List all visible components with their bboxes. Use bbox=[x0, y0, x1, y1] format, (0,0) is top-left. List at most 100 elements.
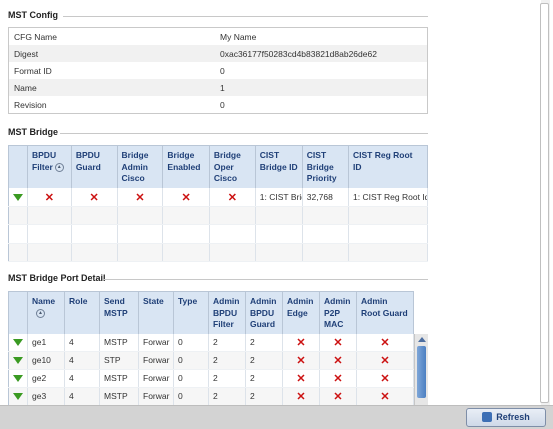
admin-root-guard-cell: ✕ bbox=[356, 369, 414, 388]
col-type[interactable]: Type bbox=[173, 291, 209, 334]
expand-cell[interactable] bbox=[8, 333, 28, 352]
mst-bridge-table: BPDU Filter ▲ BPDU Guard Bridge Admin Cis… bbox=[8, 145, 428, 263]
mst-config-table: CFG Name My Name Digest 0xac36177f50283c… bbox=[8, 27, 428, 114]
expand-cell[interactable] bbox=[8, 369, 28, 388]
type-cell: 0 bbox=[173, 351, 209, 370]
refresh-label: Refresh bbox=[496, 412, 530, 422]
green-arrow-icon[interactable] bbox=[13, 357, 23, 365]
cist-bridge-priority-cell: 32,768 bbox=[302, 188, 350, 207]
scroll-up-arrow-icon[interactable] bbox=[417, 337, 426, 342]
cfg-value: 1 bbox=[215, 79, 428, 96]
green-arrow-icon[interactable] bbox=[13, 375, 23, 383]
col-name[interactable]: Name ▲ bbox=[27, 291, 65, 334]
state-cell: Forwar bbox=[138, 387, 174, 406]
type-cell: 0 bbox=[173, 387, 209, 406]
expand-cell[interactable] bbox=[8, 387, 28, 406]
state-cell: Forwar bbox=[138, 333, 174, 352]
table-row[interactable]: ge10 4 STP Forwar 0 2 2 ✕ ✕ ✕ bbox=[8, 351, 414, 370]
green-arrow-icon[interactable] bbox=[13, 194, 23, 202]
col-cist-bridge-priority[interactable]: CIST Bridge Priority bbox=[302, 145, 350, 189]
green-arrow-icon[interactable] bbox=[13, 339, 23, 347]
expand-cell[interactable] bbox=[8, 188, 28, 207]
admin-bpdu-filter-cell: 2 bbox=[208, 369, 246, 388]
state-cell: Forwar bbox=[138, 369, 174, 388]
red-x-icon: ✕ bbox=[333, 390, 343, 403]
sort-asc-icon[interactable]: ▲ bbox=[54, 162, 64, 172]
name-cell: ge2 bbox=[27, 369, 65, 388]
cfg-label: Digest bbox=[8, 45, 215, 62]
table-row[interactable]: ge3 4 MSTP Forwar 0 2 2 ✕ ✕ ✕ bbox=[8, 387, 414, 406]
cfg-value: 0 bbox=[220, 99, 225, 110]
col-state[interactable]: State bbox=[138, 291, 174, 334]
col-bridge-oper-cisco[interactable]: Bridge Oper Cisco bbox=[209, 145, 256, 189]
col-bridge-enabled[interactable]: Bridge Enabled bbox=[162, 145, 210, 189]
cfg-row: CFG Name My Name bbox=[9, 28, 428, 46]
cfg-row: Format ID 0 bbox=[9, 62, 428, 79]
table-row[interactable]: ✕ ✕ ✕ ✕ ✕ 1: CIST Brid 32,768 1: CIST Re… bbox=[8, 188, 428, 207]
green-arrow-icon[interactable] bbox=[13, 393, 23, 401]
port-detail-divider bbox=[103, 279, 428, 280]
role-cell: 4 bbox=[64, 369, 100, 388]
table-scrollbar[interactable] bbox=[414, 334, 428, 405]
refresh-button[interactable]: Refresh bbox=[466, 408, 546, 427]
mst-config-divider bbox=[63, 16, 428, 17]
admin-edge-cell: ✕ bbox=[282, 333, 320, 352]
empty-row bbox=[8, 243, 428, 263]
bpdu-filter-cell: ✕ bbox=[27, 188, 72, 207]
table-scrollbar-thumb[interactable] bbox=[417, 346, 426, 398]
role-cell: 4 bbox=[64, 387, 100, 406]
empty-row bbox=[8, 224, 428, 244]
red-x-icon: ✕ bbox=[135, 191, 145, 204]
cist-reg-root-id-cell: 1: CIST Reg Root Id 8 bbox=[348, 188, 428, 207]
page-scrollbar-thumb[interactable] bbox=[540, 3, 549, 403]
cfg-label: Name bbox=[8, 79, 215, 96]
header-label: BPDU Filter bbox=[32, 150, 57, 172]
admin-bpdu-filter-cell: 2 bbox=[208, 333, 246, 352]
table-row[interactable]: ge1 4 MSTP Forwar 0 2 2 ✕ ✕ ✕ bbox=[8, 333, 414, 352]
red-x-icon: ✕ bbox=[181, 191, 191, 204]
port-detail-table: Name ▲ Role Send MSTP State Type Admin BP… bbox=[8, 291, 414, 406]
expand-cell[interactable] bbox=[8, 351, 28, 370]
col-bpdu-guard[interactable]: BPDU Guard bbox=[71, 145, 118, 189]
col-bridge-admin-cisco[interactable]: Bridge Admin Cisco bbox=[117, 145, 164, 189]
red-x-icon: ✕ bbox=[296, 390, 306, 403]
bridge-enabled-cell: ✕ bbox=[162, 188, 210, 207]
type-cell: 0 bbox=[173, 369, 209, 388]
col-cist-reg-root-id[interactable]: CIST Reg Root ID bbox=[348, 145, 428, 189]
name-cell: ge1 bbox=[27, 333, 65, 352]
col-bpdu-filter[interactable]: BPDU Filter ▲ bbox=[27, 145, 72, 189]
state-cell: Forwar bbox=[138, 351, 174, 370]
table-row[interactable]: ge2 4 MSTP Forwar 0 2 2 ✕ ✕ ✕ bbox=[8, 369, 414, 388]
cfg-value: 0 bbox=[220, 65, 225, 76]
send-mstp-cell: MSTP bbox=[99, 387, 139, 406]
admin-p2p-mac-cell: ✕ bbox=[319, 351, 357, 370]
red-x-icon: ✕ bbox=[380, 390, 390, 403]
red-x-icon: ✕ bbox=[227, 191, 237, 204]
col-admin-edge[interactable]: Admin Edge bbox=[282, 291, 320, 334]
admin-edge-cell: ✕ bbox=[282, 387, 320, 406]
bpdu-guard-cell: ✕ bbox=[71, 188, 118, 207]
red-x-icon: ✕ bbox=[333, 336, 343, 349]
cfg-value: My Name bbox=[220, 31, 257, 42]
col-admin-p2p-mac[interactable]: Admin P2P MAC bbox=[319, 291, 357, 334]
port-detail-title: MST Bridge Port Detail bbox=[8, 273, 106, 283]
cfg-label: Format ID bbox=[14, 65, 52, 76]
red-x-icon: ✕ bbox=[380, 336, 390, 349]
admin-root-guard-cell: ✕ bbox=[356, 351, 414, 370]
red-x-icon: ✕ bbox=[333, 372, 343, 385]
col-admin-bpdu-guard[interactable]: Admin BPDU Guard bbox=[245, 291, 283, 334]
col-row-toggle bbox=[8, 291, 28, 334]
mst-bridge-divider bbox=[60, 133, 428, 134]
admin-p2p-mac-cell: ✕ bbox=[319, 387, 357, 406]
col-cist-bridge-id[interactable]: CIST Bridge ID bbox=[255, 145, 303, 189]
cfg-row: Revision 0 bbox=[9, 96, 428, 114]
admin-bpdu-guard-cell: 2 bbox=[245, 369, 283, 388]
col-role[interactable]: Role bbox=[64, 291, 100, 334]
sort-asc-icon[interactable]: ▲ bbox=[36, 308, 45, 318]
col-send-mstp[interactable]: Send MSTP bbox=[99, 291, 139, 334]
col-admin-bpdu-filter[interactable]: Admin BPDU Filter bbox=[208, 291, 246, 334]
send-mstp-cell: MSTP bbox=[99, 369, 139, 388]
col-admin-root-guard[interactable]: Admin Root Guard bbox=[356, 291, 414, 334]
cfg-label: CFG Name bbox=[14, 31, 57, 42]
admin-bpdu-guard-cell: 2 bbox=[245, 387, 283, 406]
